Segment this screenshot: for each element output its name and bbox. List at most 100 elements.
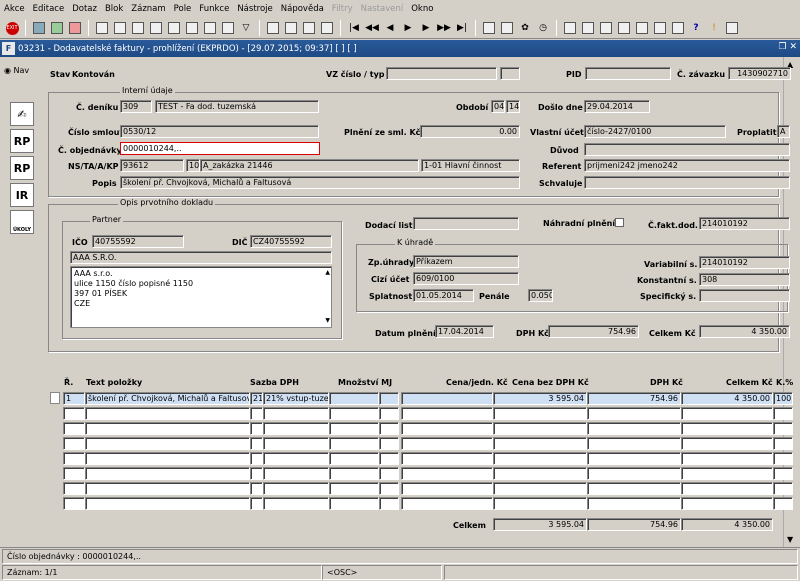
filter-icon[interactable]: ▽	[238, 20, 254, 36]
empty-cell[interactable]	[493, 497, 587, 510]
empty-cell[interactable]	[493, 467, 587, 480]
empty-cell[interactable]	[263, 437, 329, 450]
totals-celkem[interactable]: 4 350.00	[681, 518, 773, 531]
print-icon[interactable]	[265, 20, 281, 36]
empty-cell[interactable]	[401, 497, 493, 510]
empty-cell[interactable]	[401, 467, 493, 480]
empty-cell[interactable]	[85, 482, 250, 495]
empty-cell[interactable]	[773, 452, 793, 465]
empty-cell[interactable]	[401, 407, 493, 420]
empty-cell[interactable]	[85, 407, 250, 420]
empty-cell[interactable]	[85, 452, 250, 465]
zp-field[interactable]: Příkazem	[413, 255, 519, 268]
menu-editace[interactable]: Editace	[33, 4, 65, 14]
empty-cell[interactable]	[379, 437, 399, 450]
cdeniku-field[interactable]: 309	[120, 100, 152, 113]
empty-cell[interactable]	[401, 452, 493, 465]
last-record-icon[interactable]: ▶|	[454, 20, 470, 36]
nav-radio[interactable]: ◉ Nav	[4, 66, 29, 75]
tools-icon[interactable]	[220, 20, 236, 36]
empty-cell[interactable]	[250, 422, 263, 435]
empty-cell[interactable]	[681, 482, 773, 495]
empty-cell[interactable]	[681, 407, 773, 420]
empty-cell[interactable]	[329, 422, 379, 435]
empty-cell[interactable]	[493, 437, 587, 450]
prev-block-icon[interactable]: ◀◀	[364, 20, 380, 36]
empty-cell[interactable]	[63, 422, 85, 435]
zavazku-field[interactable]: 1430902710	[728, 67, 791, 80]
settings-icon[interactable]	[202, 20, 218, 36]
cell-celkem[interactable]: 4 350.00	[681, 392, 773, 405]
nahradni-checkbox[interactable]	[615, 218, 624, 227]
side-button-ir[interactable]: IR	[10, 183, 34, 207]
document-icon[interactable]	[481, 20, 497, 36]
cell-sazba[interactable]: 21% vstup-tuze	[263, 392, 329, 405]
obdobi-year-field[interactable]: 14	[506, 100, 520, 113]
cdeniku-name-field[interactable]: TEST - Fa dod. tuzemská	[155, 100, 319, 113]
proplatit-field[interactable]: A	[777, 125, 790, 138]
duvod-field[interactable]	[584, 143, 790, 156]
prev-record-icon[interactable]: ◀	[382, 20, 398, 36]
restore-icon[interactable]: ❐	[779, 42, 787, 52]
empty-cell[interactable]	[63, 452, 85, 465]
stamp-icon[interactable]	[616, 20, 632, 36]
cfakt-field[interactable]: 214010192	[699, 217, 790, 230]
empty-cell[interactable]	[587, 452, 681, 465]
sign-icon[interactable]	[598, 20, 614, 36]
empty-cell[interactable]	[263, 422, 329, 435]
empty-cell[interactable]	[493, 407, 587, 420]
celkem-field[interactable]: 4 350.00	[699, 325, 790, 338]
empty-cell[interactable]	[329, 482, 379, 495]
empty-cell[interactable]	[379, 407, 399, 420]
side-button-rp1[interactable]: RP	[10, 129, 34, 153]
penale-field[interactable]: 0.050	[528, 289, 553, 302]
side-button-rp2[interactable]: RP	[10, 156, 34, 180]
empty-cell[interactable]	[329, 497, 379, 510]
menu-okno[interactable]: Okno	[411, 4, 433, 14]
empty-cell[interactable]	[379, 482, 399, 495]
clock-icon[interactable]: ◷	[535, 20, 551, 36]
empty-cell[interactable]	[379, 422, 399, 435]
empty-cell[interactable]	[329, 452, 379, 465]
partner-address-field[interactable]: AAA s.r.o. ulice 1150 číslo popisné 1150…	[70, 266, 332, 328]
empty-cell[interactable]	[773, 497, 793, 510]
side-button-hand[interactable]: ✍	[10, 102, 34, 126]
empty-cell[interactable]	[63, 437, 85, 450]
empty-cell[interactable]	[250, 497, 263, 510]
info-icon[interactable]	[724, 20, 740, 36]
empty-cell[interactable]	[263, 407, 329, 420]
calendar-icon[interactable]	[670, 20, 686, 36]
chart-icon[interactable]	[562, 20, 578, 36]
side-button-ukoly[interactable]: ÚKOLY	[10, 210, 34, 234]
query-icon[interactable]	[94, 20, 110, 36]
cizi-field[interactable]: 609/0100	[413, 272, 519, 285]
empty-cell[interactable]	[681, 497, 773, 510]
empty-cell[interactable]	[681, 467, 773, 480]
list-icon[interactable]	[148, 20, 164, 36]
empty-cell[interactable]	[63, 467, 85, 480]
empty-cell[interactable]	[250, 407, 263, 420]
help-icon[interactable]: ?	[688, 20, 704, 36]
referent-field[interactable]: prijmeni242 jmeno242	[584, 159, 790, 172]
grid-icon[interactable]	[634, 20, 650, 36]
calc-icon[interactable]	[499, 20, 515, 36]
close-icon[interactable]: ✕	[789, 42, 797, 52]
popis-field[interactable]: školení př. Chvojková, Michalů a Faltuso…	[120, 176, 520, 189]
menu-zaznam[interactable]: Záznam	[131, 4, 165, 14]
play-icon[interactable]: ▶	[400, 20, 416, 36]
empty-cell[interactable]	[63, 497, 85, 510]
cell-mnozstvi[interactable]	[329, 392, 379, 405]
konst-field[interactable]: 308	[699, 273, 790, 286]
cell-dph[interactable]: 754.96	[587, 392, 681, 405]
menu-nastroje[interactable]: Nástroje	[237, 4, 272, 14]
menu-pole[interactable]: Pole	[174, 4, 192, 14]
empty-cell[interactable]	[85, 422, 250, 435]
partner-name-field[interactable]: AAA S.R.O.	[70, 251, 332, 264]
pid-field[interactable]	[585, 67, 671, 80]
dic-field[interactable]: CZ40755592	[250, 235, 332, 248]
empty-cell[interactable]	[85, 497, 250, 510]
ta-field[interactable]: 10	[186, 159, 200, 172]
empty-cell[interactable]	[493, 452, 587, 465]
cell-text[interactable]: školení př. Chvojková, Michalů a Faltuso…	[85, 392, 250, 405]
empty-cell[interactable]	[681, 422, 773, 435]
